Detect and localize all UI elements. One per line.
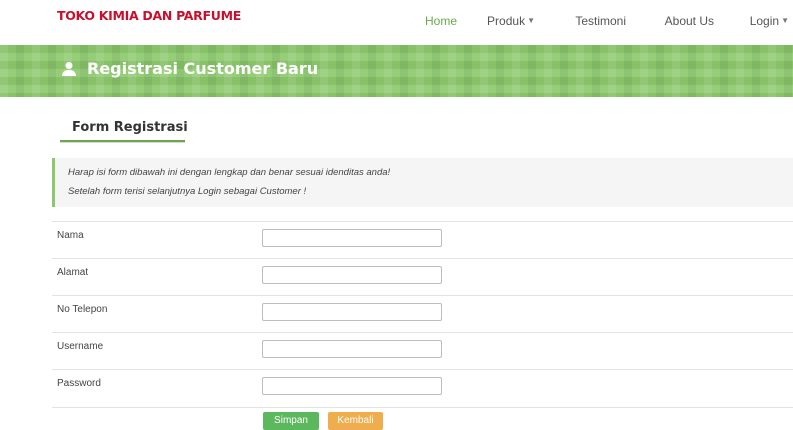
caret-down-icon: ▼ bbox=[527, 16, 535, 25]
nav-item-about-us[interactable]: About Us bbox=[665, 14, 714, 28]
notice-line-2: Setelah form terisi selanjutnya Login se… bbox=[68, 186, 307, 197]
section-divider bbox=[60, 142, 185, 143]
nav-item-home[interactable]: Home bbox=[425, 14, 457, 28]
navbar: TOKO KIMIA DAN PARFUME Home Produk ▼ Test… bbox=[0, 0, 793, 45]
field-label: Alamat bbox=[57, 267, 89, 278]
section-title: Form Registrasi bbox=[72, 120, 188, 135]
nav-item-label: About Us bbox=[664, 14, 714, 28]
field-label: Password bbox=[57, 378, 101, 389]
section-underline bbox=[60, 140, 185, 142]
nav-item-produk[interactable]: Produk ▼ bbox=[487, 14, 535, 28]
field-label: Username bbox=[57, 341, 104, 352]
nav-item-label: Testimoni bbox=[575, 14, 626, 28]
password-field[interactable] bbox=[262, 377, 442, 395]
form-row-alamat: Alamat bbox=[52, 258, 793, 296]
brand-logo[interactable]: TOKO KIMIA DAN PARFUME bbox=[57, 8, 241, 23]
nav-item-label: Produk bbox=[487, 14, 526, 28]
banner-title-text: Registrasi Customer Baru bbox=[87, 59, 319, 78]
alamat-field[interactable] bbox=[262, 266, 442, 284]
caret-down-icon: ▼ bbox=[781, 16, 789, 25]
save-button[interactable]: Simpan bbox=[263, 412, 319, 430]
back-button[interactable]: Kembali bbox=[328, 412, 383, 430]
notice-line-1: Harap isi form dibawah ini dengan lengka… bbox=[68, 167, 391, 178]
no-telepon-field[interactable] bbox=[262, 303, 442, 321]
nav-item-label: Home bbox=[424, 14, 457, 28]
username-field[interactable] bbox=[262, 340, 442, 358]
form-row-nama: Nama bbox=[52, 221, 793, 259]
nama-field[interactable] bbox=[262, 229, 442, 247]
nav-item-login[interactable]: Login ▼ bbox=[750, 14, 789, 28]
user-icon bbox=[61, 61, 77, 77]
field-label: No Telepon bbox=[57, 304, 108, 315]
form-row-username: Username bbox=[52, 332, 793, 370]
page-banner: Registrasi Customer Baru bbox=[0, 45, 793, 97]
nav-item-label: Login bbox=[749, 14, 780, 28]
info-notice: Harap isi form dibawah ini dengan lengka… bbox=[52, 158, 793, 207]
form-row-password: Password bbox=[52, 369, 793, 408]
nav-item-testimoni[interactable]: Testimoni bbox=[575, 14, 626, 28]
banner-title: Registrasi Customer Baru bbox=[61, 59, 318, 78]
form-row-no-telepon: No Telepon bbox=[52, 295, 793, 333]
field-label: Nama bbox=[57, 230, 84, 241]
page: TOKO KIMIA DAN PARFUME Home Produk ▼ Test… bbox=[0, 0, 793, 430]
